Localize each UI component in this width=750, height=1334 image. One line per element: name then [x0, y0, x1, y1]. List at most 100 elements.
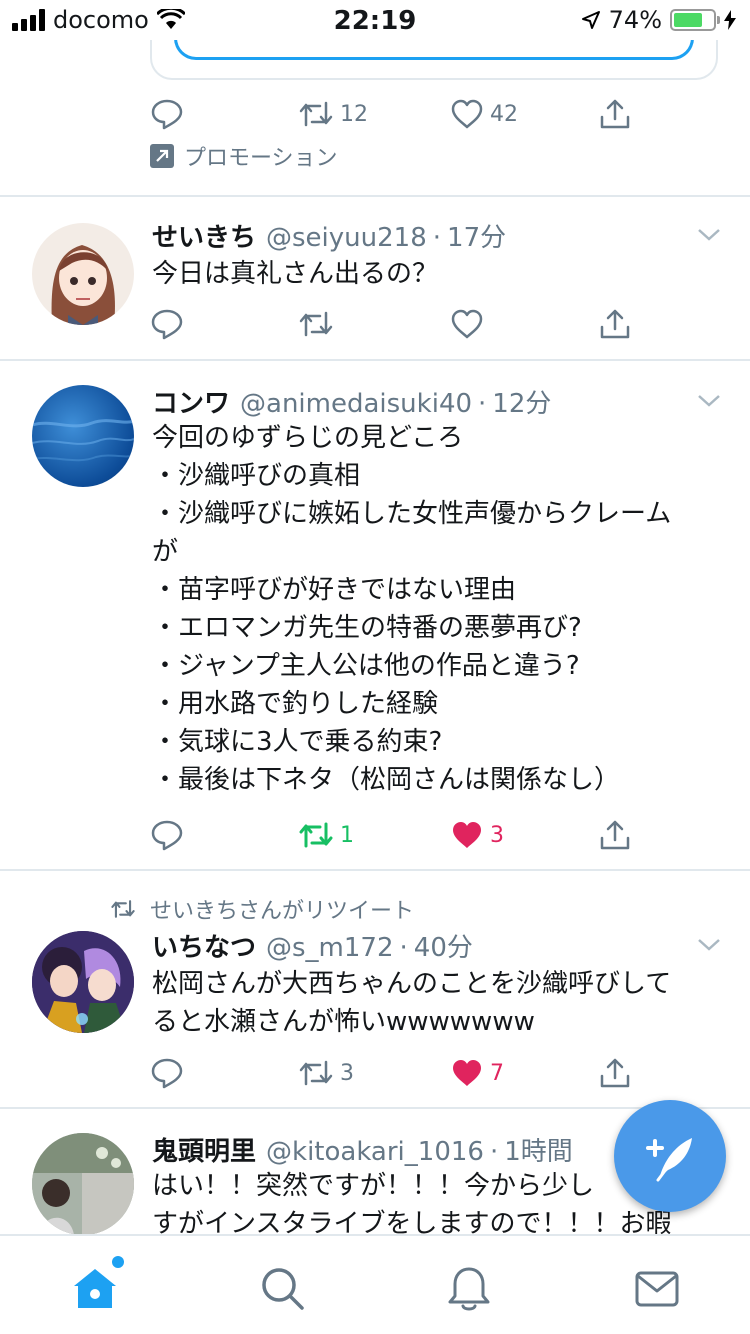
tab-home[interactable]: [70, 1256, 124, 1314]
retweet-icon: [299, 1060, 333, 1086]
tweet-text-line: が: [152, 537, 179, 567]
tweet-header: いちなつ @s_m172 · 40分: [152, 927, 473, 964]
promoted-label: プロモーション: [150, 140, 338, 172]
share-icon: [600, 1058, 630, 1088]
location-icon: [581, 11, 600, 29]
tweet-actions: 12 42: [150, 94, 630, 134]
separator: ·: [432, 223, 442, 253]
timestamp: 40分: [413, 933, 473, 963]
reply-button[interactable]: [150, 1053, 184, 1093]
chevron-down-icon[interactable]: [696, 225, 722, 245]
avatar[interactable]: [32, 223, 134, 325]
user-handle[interactable]: @s_m172: [266, 933, 394, 963]
retweet-button[interactable]: 12: [298, 94, 368, 134]
tweet-actions: 3 7: [150, 1053, 630, 1093]
tweet-text-line: 松岡さんが大西ちゃんのことを沙織呼びして: [152, 969, 672, 999]
tweet-actions: [150, 304, 630, 344]
like-icon: [453, 1060, 481, 1086]
like-count: 3: [490, 822, 504, 848]
compose-icon: [646, 1138, 692, 1182]
avatar[interactable]: [32, 1133, 134, 1234]
home-icon: [74, 1269, 116, 1308]
reply-icon: [151, 309, 183, 340]
home-new-indicator: [112, 1256, 124, 1268]
avatar[interactable]: [32, 931, 134, 1033]
tweet[interactable]: せいきち @seiyuu218 · 17分 今日は真礼さん出るの？: [0, 197, 750, 359]
retweet-count: 1: [340, 822, 354, 848]
share-button[interactable]: [598, 304, 632, 344]
reply-button[interactable]: [150, 815, 184, 855]
user-handle[interactable]: @kitoakari_1016: [266, 1137, 484, 1167]
avatar[interactable]: [32, 385, 134, 487]
retweet-button[interactable]: [298, 304, 334, 344]
tweet-header: コンワ @animedaisuki40 · 12分: [152, 383, 551, 420]
promoted-text: プロモーション: [184, 146, 338, 171]
user-name[interactable]: いちなつ: [152, 927, 256, 964]
tweet-header: 鬼頭明里 @kitoakari_1016 · 1時間: [152, 1131, 573, 1168]
share-button[interactable]: [598, 815, 632, 855]
user-name[interactable]: せいきち: [152, 217, 256, 254]
tweet-text-line: ・最後は下ネタ（松岡さんは関係なし）: [152, 765, 621, 795]
carrier-label: docomo: [53, 6, 149, 34]
retweet-icon: [299, 101, 333, 127]
tweet-text-line: 今日は真礼さん出るの？: [152, 259, 439, 289]
share-button[interactable]: [598, 94, 632, 134]
user-handle[interactable]: @animedaisuki40: [240, 389, 472, 419]
status-left: docomo: [12, 6, 185, 34]
like-button[interactable]: 7: [450, 1053, 504, 1093]
reply-button[interactable]: [150, 94, 184, 134]
tweet-text-line: ・エロマンガ先生の特番の悪夢再び?: [152, 613, 582, 643]
like-button[interactable]: 42: [450, 94, 518, 134]
share-icon: [600, 309, 630, 339]
tab-search[interactable]: [258, 1264, 308, 1314]
timestamp: 1時間: [504, 1137, 573, 1167]
signal-icon: [12, 9, 45, 31]
user-name[interactable]: コンワ: [152, 383, 230, 420]
tweet-text: 今日は真礼さん出るの？: [152, 255, 722, 293]
tweet[interactable]: せいきちさんがリツイート いちなつ @s_m172 · 40分 松岡さんが大西ち…: [0, 871, 750, 1107]
retweet-icon: [299, 822, 333, 848]
compose-button[interactable]: [614, 1100, 726, 1212]
retweet-button[interactable]: 3: [298, 1053, 354, 1093]
separator: ·: [478, 389, 487, 419]
like-count: 7: [490, 1060, 504, 1086]
notifications-icon: [448, 1267, 490, 1311]
reply-icon: [151, 99, 183, 130]
tweet-text-line: ・ジャンプ主人公は他の作品と違う?: [152, 651, 580, 681]
tab-bar: [0, 1234, 750, 1334]
tweet-text: 今回のゆずらじの見どころ ・沙織呼びの真相 ・沙織呼びに嫉妬した女性声優からクレ…: [152, 419, 722, 799]
chevron-down-icon[interactable]: [696, 935, 722, 955]
like-count: 42: [490, 101, 518, 127]
retweet-icon: [299, 311, 333, 337]
search-icon: [262, 1268, 304, 1310]
like-button[interactable]: [450, 304, 484, 344]
status-right: 74%: [581, 6, 736, 34]
charging-icon: [724, 10, 736, 30]
share-button[interactable]: [598, 1053, 632, 1093]
battery-percent: 74%: [608, 6, 662, 34]
tweet[interactable]: コンワ @animedaisuki40 · 12分 今回のゆずらじの見どころ ・…: [0, 361, 750, 869]
reply-icon: [151, 1058, 183, 1089]
status-bar: docomo 22:19 74%: [0, 0, 750, 40]
chevron-down-icon[interactable]: [696, 391, 722, 411]
reply-icon: [151, 820, 183, 851]
tweet-text-line: ・用水路で釣りした経験: [152, 689, 439, 719]
tab-notifications[interactable]: [444, 1264, 494, 1314]
user-name[interactable]: 鬼頭明里: [152, 1131, 256, 1168]
share-icon: [600, 99, 630, 129]
timestamp: 17分: [447, 223, 507, 253]
tweet-text-line: ・沙織呼びの真相: [152, 461, 361, 491]
timestamp: 12分: [492, 389, 552, 419]
retweeted-by[interactable]: せいきちさんがリツイート: [150, 893, 414, 925]
share-icon: [600, 820, 630, 850]
tab-messages[interactable]: [632, 1264, 682, 1314]
retweet-button[interactable]: 1: [298, 815, 354, 855]
tweet-text-line: ・気球に3人で乗る約束?: [152, 727, 443, 757]
reply-button[interactable]: [150, 304, 184, 344]
tweet-text-line: ・沙織呼びに嫉妬した女性声優からクレーム: [152, 499, 672, 529]
retweet-count: 12: [340, 101, 368, 127]
retweet-count: 3: [340, 1060, 354, 1086]
tweet-text-line: 今回のゆずらじの見どころ: [152, 423, 464, 453]
like-button[interactable]: 3: [450, 815, 504, 855]
user-handle[interactable]: @seiyuu218: [266, 223, 427, 253]
